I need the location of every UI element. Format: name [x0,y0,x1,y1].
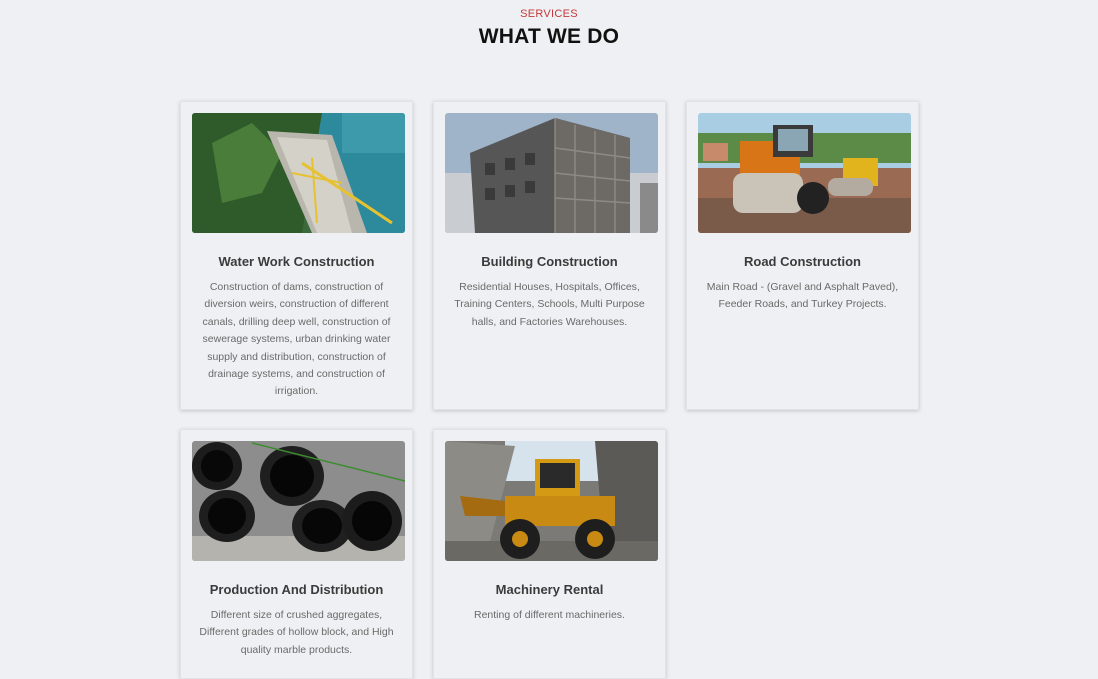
building-construction-image [445,113,658,233]
service-description: Different size of crushed aggregates, Di… [199,609,394,656]
service-description: Renting of different machineries. [474,609,625,621]
service-card-water-work[interactable]: Water Work Construction Construction of … [180,101,413,410]
service-description: Residential Houses, Hospitals, Offices, … [454,281,645,328]
section-header: SERVICES WHAT WE DO [0,8,1098,49]
service-title: Road Construction [744,254,861,269]
service-card-building[interactable]: Building Construction Residential Houses… [433,101,666,410]
pipes-image [192,441,405,561]
section-title: WHAT WE DO [478,25,620,48]
service-title: Building Construction [481,254,618,269]
service-card-machinery[interactable]: Machinery Rental Renting of different ma… [433,429,666,679]
service-title: Machinery Rental [495,582,604,597]
section-eyebrow: SERVICES [520,8,578,20]
dam-construction-image [192,113,405,233]
road-roller-image [698,113,911,233]
service-card-road[interactable]: Road Construction Main Road - (Gravel an… [686,101,919,410]
service-card-production[interactable]: Production And Distribution Different si… [180,429,413,679]
service-title: Water Work Construction [218,254,375,269]
service-title: Production And Distribution [209,582,384,597]
wheel-loader-image [445,441,658,561]
service-description: Construction of dams, construction of di… [202,281,391,398]
service-description: Main Road - (Gravel and Asphalt Paved), … [706,281,899,311]
